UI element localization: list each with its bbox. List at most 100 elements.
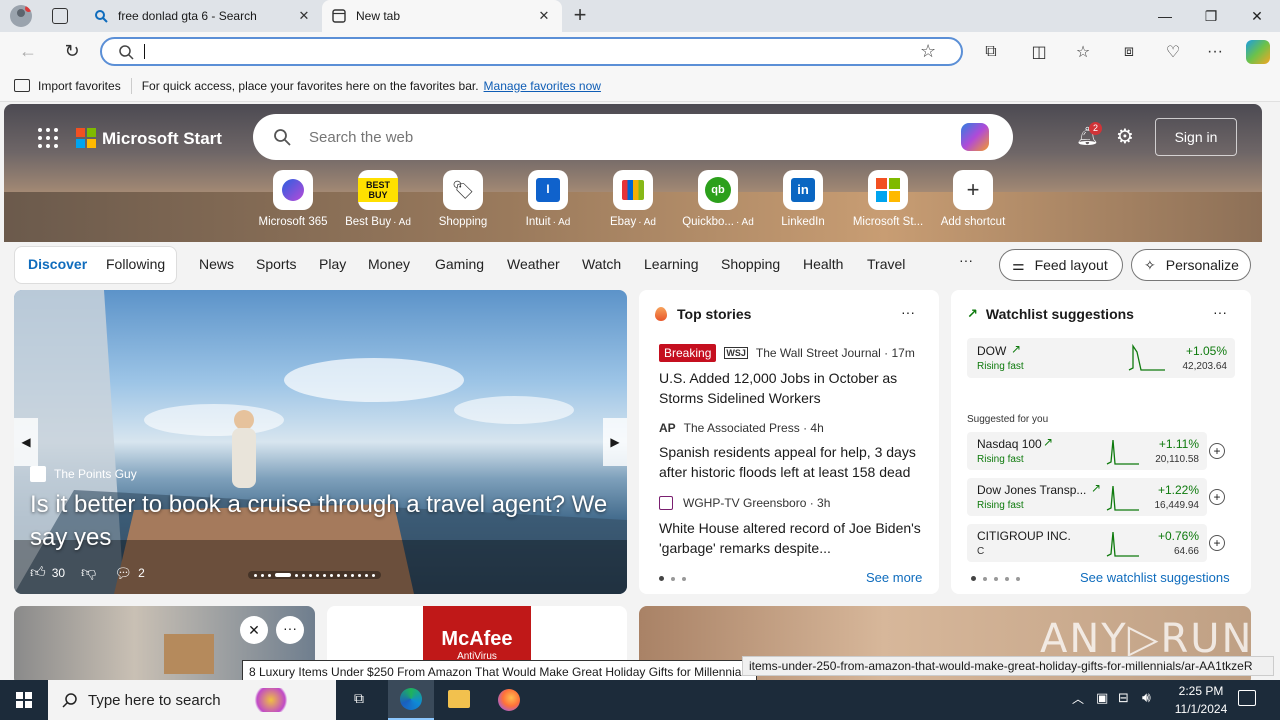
shortcut-microsoft-store[interactable]: Microsoft St... [848, 170, 928, 228]
shortcut-shopping[interactable]: 🏷︎ Shopping [423, 170, 503, 228]
refresh-button[interactable]: ↻ [56, 35, 88, 67]
nav-watch[interactable]: Watch [582, 256, 621, 272]
add-to-watchlist-button[interactable]: + [1209, 489, 1225, 505]
address-input[interactable] [144, 44, 904, 59]
search-icon [62, 692, 78, 708]
nav-news[interactable]: News [199, 256, 234, 272]
stock-row[interactable]: CITIGROUP INC. C +0.76% 64.66 [967, 524, 1207, 562]
card-more-button[interactable]: ··· [276, 616, 304, 644]
tab-discover[interactable]: Discover [28, 256, 87, 272]
tab-new-tab[interactable]: New tab ✕ [322, 0, 562, 32]
see-watchlist-link[interactable]: See watchlist suggestions [1080, 570, 1230, 585]
new-tab-button[interactable]: + [568, 3, 592, 27]
add-shortcut-button[interactable]: + Add shortcut [933, 170, 1013, 228]
more-menu-icon[interactable]: ··· [1200, 38, 1230, 66]
web-search-box[interactable] [253, 114, 1013, 160]
nav-play[interactable]: Play [319, 256, 346, 272]
microsoft-start-logo[interactable]: Microsoft Start [102, 129, 222, 149]
feed-layout-button[interactable]: ⚌ Feed layout [999, 249, 1123, 281]
close-tab-icon[interactable]: ✕ [296, 8, 312, 24]
ethernet-icon[interactable]: ⊟ [1118, 690, 1129, 706]
copilot-icon[interactable] [961, 123, 989, 151]
stock-row-dow[interactable]: DOW ↗ Rising fast +1.05% 42,203.64 [967, 338, 1235, 378]
nav-more-button[interactable]: ··· [959, 252, 973, 268]
stock-row[interactable]: Dow Jones Transp... ↗ Rising fast +1.22%… [967, 478, 1207, 516]
shortcut-ebay[interactable]: Ebay · Ad [593, 170, 673, 228]
pager-dots[interactable] [659, 576, 686, 581]
nav-weather[interactable]: Weather [507, 256, 560, 272]
task-view-icon[interactable]: ⧉ [346, 690, 372, 710]
shortcut-microsoft-365[interactable]: Microsoft 365 [253, 170, 333, 228]
carousel-dots[interactable] [248, 571, 381, 579]
story-headline[interactable]: U.S. Added 12,000 Jobs in October as Sto… [659, 368, 921, 408]
hero-story-card[interactable]: ◀ ▶ The Points Guy Is it better to book … [14, 290, 627, 594]
like-icon[interactable]: 👍︎ [30, 564, 46, 582]
tab-following[interactable]: Following [106, 256, 165, 272]
edge-taskbar-icon[interactable] [388, 680, 434, 720]
nav-health[interactable]: Health [803, 256, 843, 272]
nav-gaming[interactable]: Gaming [435, 256, 484, 272]
nav-money[interactable]: Money [368, 256, 410, 272]
favorite-star-icon[interactable]: ☆ [920, 41, 936, 62]
app-launcher-icon[interactable] [38, 128, 58, 148]
settings-gear-icon[interactable]: ⚙ [1116, 124, 1134, 149]
shortcut-best-buy[interactable]: BEST BUY Best Buy · Ad [338, 170, 418, 228]
start-button[interactable] [0, 680, 48, 720]
personalize-button[interactable]: ✧ Personalize [1131, 249, 1251, 281]
import-favorites-button[interactable]: Import favorites [38, 79, 121, 93]
notification-center-icon[interactable] [1238, 690, 1256, 706]
see-more-link[interactable]: See more [866, 570, 922, 585]
dislike-icon[interactable]: 👎︎ [81, 564, 96, 582]
close-tab-icon[interactable]: ✕ [536, 8, 552, 24]
profile-avatar[interactable] [10, 5, 32, 27]
sign-in-button[interactable]: Sign in [1155, 118, 1237, 156]
split-screen-icon[interactable]: ◫ [1024, 38, 1054, 66]
scrollbar-track[interactable] [1262, 102, 1264, 680]
restore-button[interactable]: ❐ [1188, 0, 1234, 32]
shortcut-intuit[interactable]: I Intuit · Ad [508, 170, 588, 228]
nav-shopping[interactable]: Shopping [721, 256, 780, 272]
dismiss-button[interactable]: ✕ [240, 616, 268, 644]
add-to-watchlist-button[interactable]: + [1209, 535, 1225, 551]
story-headline[interactable]: Spanish residents appeal for help, 3 day… [659, 442, 921, 482]
shortcut-linkedin[interactable]: in LinkedIn [763, 170, 843, 228]
top-stories-more-icon[interactable]: ··· [901, 304, 915, 320]
back-button[interactable]: ← [12, 35, 44, 67]
nav-travel[interactable]: Travel [867, 256, 905, 272]
add-to-watchlist-button[interactable]: + [1209, 443, 1225, 459]
favorites-icon[interactable]: ☆ [1068, 38, 1098, 66]
web-search-input[interactable] [309, 128, 949, 146]
minimize-button[interactable]: — [1142, 0, 1188, 32]
pager-dots[interactable] [971, 576, 1020, 581]
tray-chevron-icon[interactable]: ︿ [1072, 690, 1084, 707]
clock-date[interactable]: 11/1/2024 [1166, 702, 1236, 716]
hero-headline[interactable]: Is it better to book a cruise through a … [30, 488, 610, 554]
clock-time[interactable]: 2:25 PM [1170, 684, 1232, 698]
collections-icon[interactable]: ⧈ [1114, 38, 1144, 66]
address-bar[interactable]: ☆ [100, 37, 963, 66]
firefox-icon[interactable] [498, 689, 520, 711]
file-explorer-icon[interactable] [448, 690, 470, 708]
stock-row[interactable]: Nasdaq 100 ↗ Rising fast +1.11% 20,110.5… [967, 432, 1207, 470]
story-headline[interactable]: White House altered record of Joe Biden'… [659, 518, 921, 558]
like-count: 30 [51, 566, 66, 580]
nav-learning[interactable]: Learning [644, 256, 699, 272]
close-window-button[interactable]: ✕ [1234, 0, 1280, 32]
ap-logo-icon: AP [659, 421, 676, 435]
volume-icon[interactable]: 🔊︎ [1142, 689, 1151, 706]
carousel-prev-button[interactable]: ◀ [14, 418, 38, 466]
performance-icon[interactable]: ♡ [1158, 38, 1188, 66]
network-icon[interactable]: ▣ [1096, 690, 1108, 706]
extensions-icon[interactable]: ⧉ [976, 38, 1006, 66]
watchlist-more-icon[interactable]: ··· [1213, 304, 1227, 320]
taskbar-search[interactable]: Type here to search [48, 680, 336, 720]
copilot-icon[interactable] [1246, 40, 1270, 64]
comment-icon[interactable]: 💬︎ [114, 565, 132, 582]
tab-search[interactable]: free donlad gta 6 - Search ✕ [84, 0, 322, 32]
shortcut-quickbooks[interactable]: qb Quickbo... · Ad [678, 170, 758, 228]
tab-actions-icon[interactable] [52, 8, 68, 24]
carousel-next-button[interactable]: ▶ [603, 418, 627, 466]
nav-sports[interactable]: Sports [256, 256, 296, 272]
manage-favorites-link[interactable]: Manage favorites now [484, 79, 601, 93]
watchlist-header: ↗ Watchlist suggestions [967, 306, 1134, 322]
